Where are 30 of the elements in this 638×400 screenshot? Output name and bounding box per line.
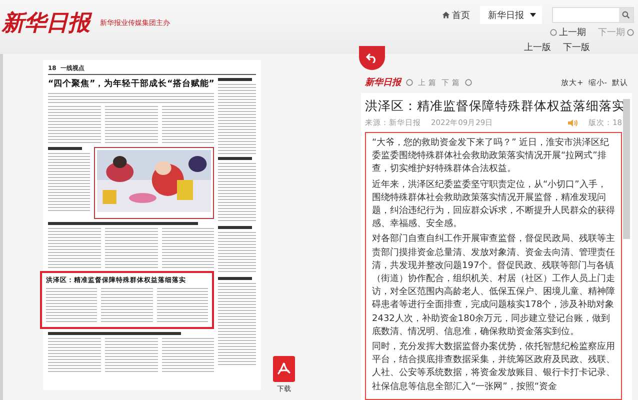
text-column-drawing: [46, 288, 98, 324]
newspaper-logo: 新华日报: [365, 76, 401, 89]
circle-icon: [627, 29, 634, 36]
pdf-download-button[interactable]: [273, 356, 295, 382]
caret-icon: [530, 13, 536, 17]
search-button[interactable]: [619, 8, 633, 22]
circle-icon: [550, 29, 557, 36]
article-paragraph: 对各部门自查自纠工作开展审查监督，督促民政局、残联等主责部门摸排资金总量清、发放对象清、资金去向清、管理责任清，共发现并整改问题197个。督促民政、残联等部门与各镇（街道）协作配合，组织机关、村居（社区）工作人员上门走访，对全区范围内高龄老人、低保五保户、困境儿童、精神障碍患者等进行全面排查，完成问题核实178个，涉及补助对象2432人次，补助资金180余万元，同步建立登记台账，做到底数清、情况明、信息准，确保救助资金落实到位。: [372, 233, 615, 339]
paper-dropdown[interactable]: 新华日报: [480, 6, 542, 24]
issue-nav-link[interactable]: 上一期: [550, 26, 586, 39]
back-arrow-icon: [366, 53, 378, 63]
page-nav-link[interactable]: 下一版: [563, 41, 590, 54]
newspaper-logo: 新华日报: [2, 8, 90, 38]
home-icon: [442, 11, 450, 19]
search-icon: [622, 11, 630, 19]
newspaper-headline: “四个聚焦”，为年轻干部成长“搭台赋能”: [48, 78, 214, 90]
home-link[interactable]: 首页: [442, 8, 470, 22]
headline-drawing: [218, 277, 252, 280]
article-paragraph: “大爷，您的救助资金发下来了吗？” 近日，淮安市洪泽区纪委监委围绕特殊群体社会救助政策落实情况开展“拉网式”排查，切实维护好特殊群体合法权益。: [372, 137, 610, 176]
headline-drawing: [218, 78, 252, 81]
headline-drawing: [218, 157, 252, 160]
back-button[interactable]: [359, 46, 385, 70]
article-paragraph: 同时，充分发挥大数据监督办案优势，依托智慧纪检监察应用平台，结合摸底排查数据采集，并统筹区政府及民政、残联、人社、公安等系统数据，将资金发放账目、银行卡打卡记录、社保信息等信息全部汇入“一张网”，按照“资金: [372, 341, 615, 394]
pdf-icon: [277, 362, 291, 376]
headline-drawing: [218, 226, 252, 229]
scrollbar[interactable]: [623, 99, 630, 239]
search-field[interactable]: [552, 7, 634, 23]
headline-drawing: [48, 147, 82, 150]
article-paragraph: 近年来，洪泽区纪委监委坚守职责定位，从“小切口”入手，围绕特殊群体社会救助政策落实情况开展监督，精准发现问题，纠治违纪行为，回应群众诉求，不断提升人民群众的获得感、幸福感、安全感。: [372, 178, 615, 232]
page-nav-link[interactable]: 上一版: [524, 41, 551, 54]
